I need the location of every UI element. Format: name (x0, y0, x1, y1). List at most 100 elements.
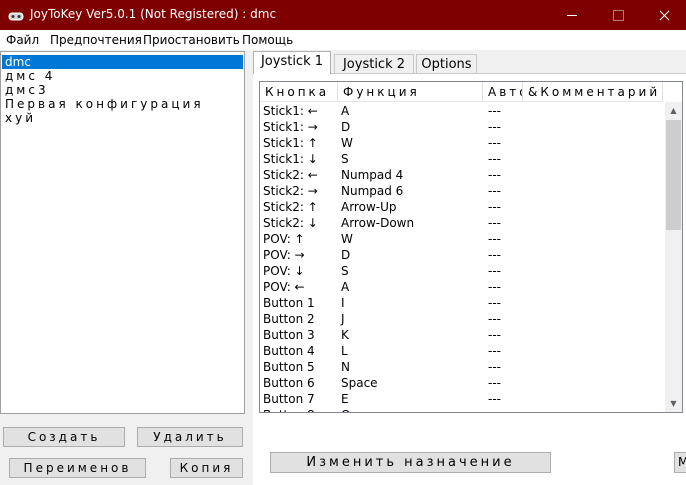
cell-function: Arrow-Up (341, 200, 397, 214)
column-header-function[interactable]: Функция (338, 82, 483, 102)
column-header-auto[interactable]: Авто (483, 82, 523, 102)
table-row[interactable]: Stick2: ↑ Arrow-Up --- (260, 199, 665, 215)
menu-preferences[interactable]: Предпочтения (50, 33, 142, 47)
table-row[interactable]: Button 6 Space --- (260, 375, 665, 391)
column-header-comment[interactable]: &Комментарий (523, 82, 663, 102)
cell-function: Numpad 4 (341, 168, 404, 182)
cell-auto: --- (488, 376, 501, 390)
create-button[interactable]: Создать (3, 427, 125, 447)
cell-button: Button 8 (263, 407, 315, 412)
button-assignment-list[interactable]: Кнопка Функция Авто &Комментарий Stick1:… (259, 81, 683, 413)
cell-function: Numpad 6 (341, 184, 404, 198)
cell-function: S (341, 264, 349, 278)
title-bar[interactable]: JoyToKey Ver5.0.1 (Not Registered) : dmc (0, 0, 686, 30)
cell-button: Stick1: ↓ (263, 152, 318, 166)
config-item[interactable]: Первая конфигурация (2, 97, 243, 111)
config-item[interactable]: dmc (2, 55, 243, 69)
cell-button: Button 2 (263, 312, 315, 326)
cell-button: Stick2: → (263, 184, 318, 198)
cell-button: POV: → (263, 248, 305, 262)
tab-joystick-1[interactable]: Joystick 1 (253, 51, 331, 74)
table-row[interactable]: POV: ↑ W --- (260, 231, 665, 247)
cell-button: Button 1 (263, 296, 315, 310)
table-row[interactable]: POV: ↓ S --- (260, 263, 665, 279)
cell-function: A (341, 280, 350, 294)
cell-button: POV: ↓ (263, 264, 305, 278)
cell-button: Button 6 (263, 376, 315, 390)
table-row[interactable]: Button 4 L --- (260, 343, 665, 359)
scroll-down-icon[interactable]: ▼ (665, 395, 682, 412)
cell-auto: --- (488, 328, 501, 342)
cell-auto: --- (488, 216, 501, 230)
cell-auto: --- (488, 200, 501, 214)
config-item[interactable]: хуй (2, 111, 243, 125)
close-button[interactable] (641, 0, 686, 30)
cell-auto: --- (488, 280, 501, 294)
delete-button[interactable]: Удалить (137, 427, 243, 447)
table-row[interactable]: Stick1: → D --- (260, 119, 665, 135)
cell-function: W (341, 136, 353, 150)
cell-auto: --- (488, 344, 501, 358)
table-row[interactable]: Stick2: → Numpad 6 --- (260, 183, 665, 199)
rename-button[interactable]: Переименов (9, 458, 146, 478)
column-header-button[interactable]: Кнопка (260, 82, 338, 102)
cell-function: N (341, 360, 350, 374)
table-row[interactable]: Stick2: ↓ Arrow-Down --- (260, 215, 665, 231)
app-icon (8, 12, 24, 21)
cell-button: Stick1: ↑ (263, 136, 318, 150)
menu-file[interactable]: Файл (6, 33, 39, 47)
cell-button: Stick1: → (263, 120, 318, 134)
table-row[interactable]: POV: → D --- (260, 247, 665, 263)
cell-button: Button 3 (263, 328, 315, 342)
cell-button: POV: ↑ (263, 232, 305, 246)
cell-button: Stick2: ↓ (263, 216, 318, 230)
cell-button: Stick1: ← (263, 104, 318, 118)
table-row[interactable]: Stick2: ← Numpad 4 --- (260, 167, 665, 183)
cell-function: E (341, 392, 349, 406)
tab-options[interactable]: Options (416, 54, 477, 73)
cell-function: L (341, 344, 348, 358)
menu-pause[interactable]: Приостановить (143, 33, 240, 47)
cell-auto: --- (488, 360, 501, 374)
cell-button: Button 5 (263, 360, 315, 374)
cell-button: Stick2: ← (263, 168, 318, 182)
table-row[interactable]: Button 1 I --- (260, 295, 665, 311)
cell-auto: --- (488, 264, 501, 278)
minimize-button[interactable] (549, 0, 595, 30)
config-item[interactable]: дмс3 (2, 83, 243, 97)
cell-function: A (341, 104, 350, 118)
table-row[interactable]: Stick1: ↓ S --- (260, 151, 665, 167)
cell-auto: --- (488, 296, 501, 310)
table-row[interactable]: POV: ← A --- (260, 279, 665, 295)
cell-function: D (341, 120, 351, 134)
cell-auto: --- (488, 152, 501, 166)
table-row[interactable]: Button 2 J --- (260, 311, 665, 327)
cell-button: POV: ← (263, 280, 305, 294)
maximize-button[interactable] (595, 0, 641, 30)
reassign-button[interactable]: Изменить назначение (270, 452, 551, 473)
cell-auto: --- (488, 392, 501, 406)
copy-button[interactable]: Копия (170, 458, 243, 478)
config-list[interactable]: dmc дмс 4 дмс3 Первая конфигурация хуй (0, 51, 245, 414)
vertical-scrollbar[interactable]: ▲ ▼ (665, 102, 682, 412)
table-row[interactable]: Button 5 N --- (260, 359, 665, 375)
table-row[interactable]: Button 3 K --- (260, 327, 665, 343)
cell-function: I (341, 296, 345, 310)
cell-auto: --- (488, 104, 501, 118)
table-row[interactable]: Stick1: ↑ W --- (260, 135, 665, 151)
cell-auto: --- (488, 136, 501, 150)
menu-help[interactable]: Помощь (242, 33, 293, 47)
config-item[interactable]: дмс 4 (2, 69, 243, 83)
scrollbar-thumb[interactable] (666, 120, 681, 230)
scroll-up-icon[interactable]: ▲ (665, 102, 682, 119)
table-row[interactable]: Button 7 E --- (260, 391, 665, 407)
table-row[interactable]: Button 8 O --- (260, 407, 665, 412)
more-button[interactable]: М (674, 452, 686, 473)
cell-function: D (341, 248, 351, 262)
cell-button: Button 4 (263, 344, 315, 358)
table-row[interactable]: Stick1: ← A --- (260, 103, 665, 119)
tab-joystick-2[interactable]: Joystick 2 (334, 54, 414, 73)
cell-auto: --- (488, 407, 501, 412)
cell-button: Button 7 (263, 392, 315, 406)
cell-function: Space (341, 376, 378, 390)
